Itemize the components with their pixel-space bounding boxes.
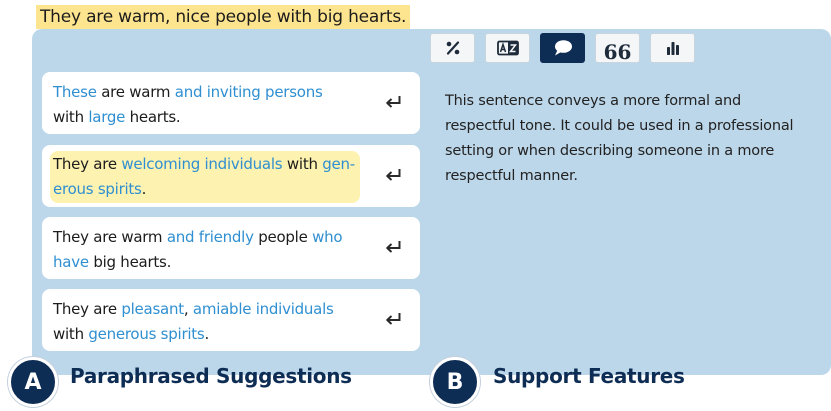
unchanged-text: They are (53, 155, 122, 173)
support-toolbar: 66 (430, 33, 695, 63)
return-icon[interactable] (384, 167, 402, 187)
unchanged-text: . (141, 180, 147, 198)
return-icon[interactable] (384, 311, 402, 331)
unchanged-text: hearts. (125, 108, 181, 126)
changed-phrase: gen- (322, 155, 355, 173)
bar-chart-icon (666, 42, 679, 55)
changed-phrase: have (53, 253, 89, 271)
section-a-badge: A (8, 357, 58, 407)
suggestion-text: They are welcoming individuals with gen-… (50, 151, 360, 203)
section-b-label: Support Features (493, 364, 685, 388)
changed-phrase: erous spirits (53, 180, 142, 198)
stats-button[interactable] (650, 33, 695, 63)
unchanged-text: . (204, 325, 209, 343)
suggestion-card[interactable]: They are pleasant, amiable individuals w… (42, 289, 420, 351)
suggestion-text: They are pleasant, amiable individuals w… (53, 297, 353, 347)
unchanged-text: , (183, 300, 193, 318)
quote-icon: 66 (603, 40, 632, 64)
percent-icon (446, 41, 459, 55)
unchanged-text: with (53, 325, 89, 343)
changed-phrase: These (53, 83, 97, 101)
changed-phrase: and inviting persons (174, 83, 323, 101)
changed-phrase: large (88, 108, 126, 126)
suggestion-text: They are warm and friendly people who ha… (53, 225, 353, 275)
unchanged-text: big hearts. (88, 253, 172, 271)
changed-phrase: pleasant (121, 300, 184, 318)
suggestion-card-selected[interactable]: They are welcoming individuals with gen-… (42, 145, 420, 207)
a-z-translate-icon (496, 40, 519, 56)
section-a-label: Paraphrased Suggestions (70, 364, 352, 388)
suggestion-text: These are warm and inviting persons with… (53, 80, 353, 130)
changed-phrase: who (312, 228, 343, 246)
changed-phrase: and friendly (166, 228, 254, 246)
unchanged-text: with (53, 108, 89, 126)
support-explanation: This sentence conveys a more formal and … (445, 93, 794, 184)
chat-button[interactable] (540, 33, 585, 63)
translate-button[interactable] (485, 33, 530, 63)
changed-phrase: amiable individuals (192, 300, 334, 318)
speech-bubble-icon (554, 40, 572, 56)
return-icon[interactable] (384, 94, 402, 114)
unchanged-text: They are warm (53, 228, 167, 246)
percent-button[interactable] (430, 33, 475, 63)
unchanged-text: are warm (96, 83, 175, 101)
changed-phrase: welcoming individuals (121, 155, 283, 173)
changed-phrase: generous spirits (88, 325, 205, 343)
return-icon[interactable] (384, 239, 402, 259)
input-sentence: They are warm, nice people with big hear… (36, 5, 411, 29)
unchanged-text: people (253, 228, 313, 246)
suggestion-card[interactable]: These are warm and inviting persons with… (42, 72, 420, 134)
suggestion-card[interactable]: They are warm and friendly people who ha… (42, 217, 420, 279)
unchanged-text: with (282, 155, 323, 173)
unchanged-text: They are (53, 300, 122, 318)
quote-button[interactable]: 66 (595, 33, 640, 63)
section-b-badge: B (430, 357, 480, 407)
